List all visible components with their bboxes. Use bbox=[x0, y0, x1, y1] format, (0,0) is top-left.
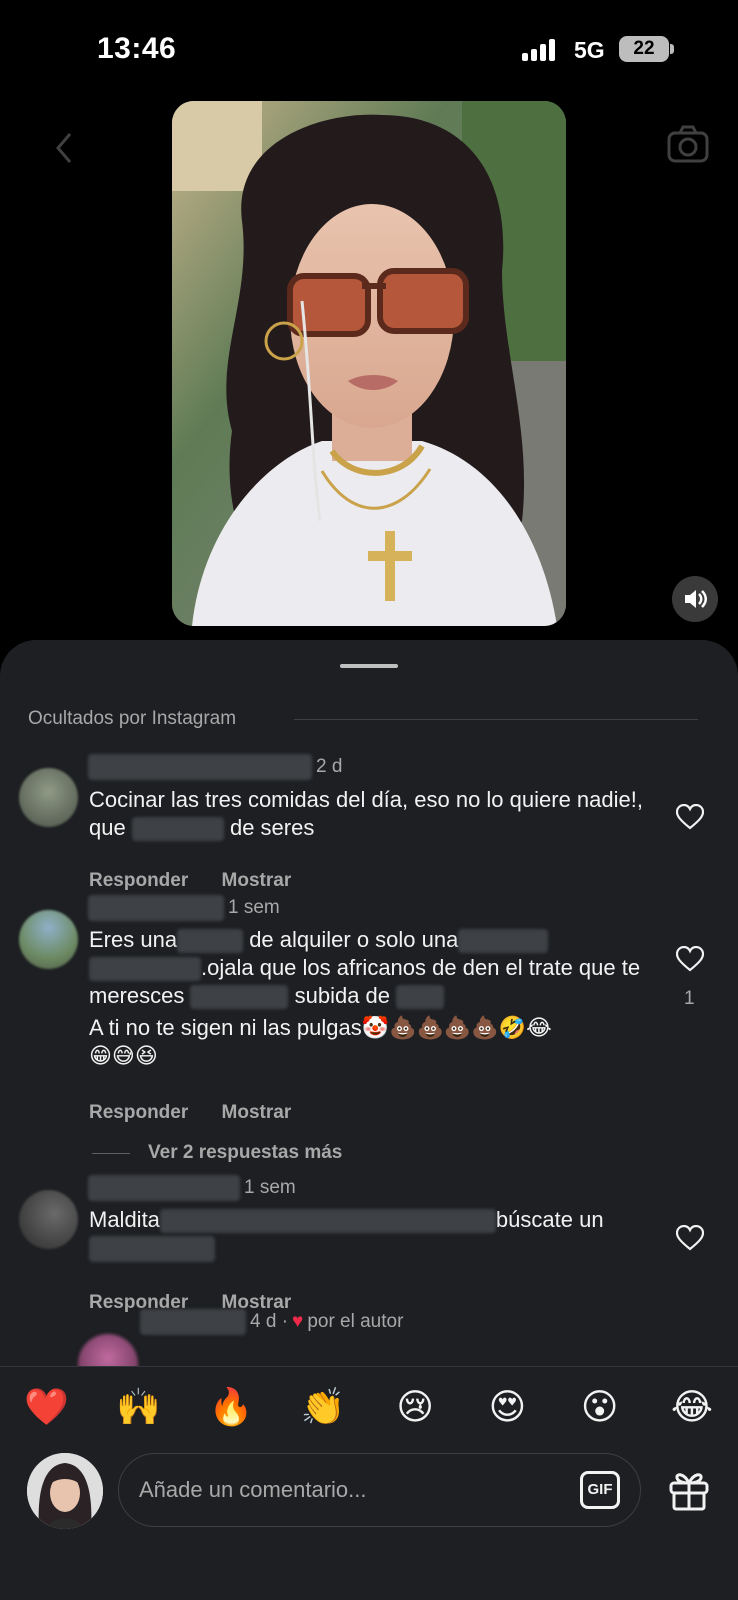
comment-text-part: A ti no te sigen ni las pulgas bbox=[89, 1015, 362, 1040]
reel-video[interactable] bbox=[172, 101, 566, 626]
comment-time: 4 d · bbox=[250, 1311, 289, 1332]
hidden-comments-title: Ocultados por Instagram bbox=[28, 708, 237, 729]
battery-nub bbox=[670, 44, 674, 54]
reply-button[interactable]: Responder bbox=[89, 1102, 188, 1123]
reply-button[interactable]: Responder bbox=[89, 870, 188, 891]
username-blurred[interactable] bbox=[88, 1175, 240, 1201]
gift-icon[interactable] bbox=[668, 1467, 710, 1511]
reaction-crying[interactable]: 😢 bbox=[393, 1385, 437, 1429]
username-blurred[interactable] bbox=[88, 895, 224, 921]
comment-text-part: de alquiler o solo una bbox=[249, 927, 459, 952]
redacted-word bbox=[458, 929, 549, 954]
avatar[interactable] bbox=[19, 768, 78, 827]
video-frame-image bbox=[172, 101, 566, 626]
redacted-word bbox=[190, 985, 289, 1010]
sheet-grabber[interactable] bbox=[340, 664, 398, 668]
reaction-laughing[interactable]: 😂 bbox=[670, 1385, 714, 1429]
quick-reactions: ❤️ 🙌 🔥 👏 😢 😍 😮 😂 bbox=[24, 1385, 714, 1429]
network-type: 5G bbox=[574, 37, 605, 63]
heart-filled-icon: ♥ bbox=[292, 1311, 304, 1332]
show-button[interactable]: Mostrar bbox=[222, 1102, 292, 1123]
my-avatar bbox=[27, 1453, 103, 1529]
status-time: 13:46 bbox=[97, 32, 177, 65]
comment-emojis: 🤡💩💩💩💩🤣😂 bbox=[361, 1015, 552, 1040]
comment-meta: 2 d bbox=[88, 754, 342, 780]
avatar[interactable] bbox=[19, 1190, 78, 1249]
comment-text: Eres una de alquiler o solo una .ojala q… bbox=[89, 926, 649, 1070]
comment-text-part: Maldita bbox=[89, 1207, 160, 1232]
comment-meta: 1 sem bbox=[88, 895, 280, 921]
redacted-word bbox=[396, 985, 445, 1010]
comment-text: Cocinar las tres comidas del día, eso no… bbox=[89, 786, 649, 842]
comment-input-container bbox=[118, 1453, 641, 1527]
battery-icon: 22 bbox=[619, 36, 669, 62]
redacted-word bbox=[159, 1209, 496, 1234]
redacted-word bbox=[177, 929, 244, 954]
divider bbox=[294, 719, 698, 720]
like-count: 1 bbox=[684, 988, 695, 1009]
reaction-heart-eyes[interactable]: 😍 bbox=[485, 1385, 529, 1429]
comment-emojis: 😁😅😆 bbox=[89, 1043, 158, 1068]
speaker-icon bbox=[685, 590, 707, 608]
comment-text: Maldita búscate un bbox=[89, 1206, 649, 1263]
comment-time: 2 d bbox=[316, 756, 343, 777]
status-bar: 13:46 5G 22 bbox=[0, 0, 738, 100]
sound-toggle-button[interactable] bbox=[672, 576, 718, 622]
reaction-raised-hands[interactable]: 🙌 bbox=[116, 1385, 161, 1429]
redacted-word bbox=[89, 957, 201, 982]
reaction-clap[interactable]: 👏 bbox=[301, 1385, 346, 1429]
like-heart-icon[interactable] bbox=[676, 1225, 704, 1251]
comment-time: 1 sem bbox=[244, 1177, 296, 1198]
comment-text-part: Eres una bbox=[89, 927, 178, 952]
redacted-word bbox=[89, 1236, 215, 1263]
like-heart-icon[interactable] bbox=[676, 946, 704, 972]
signal-icon bbox=[522, 39, 560, 61]
comment-text-part: de seres bbox=[229, 815, 315, 840]
comment-time: 1 sem bbox=[228, 897, 280, 918]
gif-button[interactable]: GIF bbox=[580, 1471, 620, 1509]
back-icon[interactable] bbox=[52, 130, 76, 166]
avatar[interactable] bbox=[19, 910, 78, 969]
comment-composer: ❤️ 🙌 🔥 👏 😢 😍 😮 😂 GIF bbox=[0, 1366, 738, 1600]
comment-meta: 4 d · ♥ por el autor bbox=[140, 1309, 403, 1335]
comment-input[interactable] bbox=[139, 1474, 539, 1506]
view-more-replies-button[interactable]: Ver 2 respuestas más bbox=[92, 1142, 342, 1164]
comment-text-part: subida de bbox=[294, 983, 391, 1008]
like-heart-icon[interactable] bbox=[676, 804, 704, 830]
show-button[interactable]: Mostrar bbox=[222, 870, 292, 891]
comment-actions: Responder Mostrar bbox=[89, 870, 319, 892]
liked-by-author: por el autor bbox=[307, 1311, 404, 1332]
username-blurred[interactable] bbox=[140, 1309, 246, 1335]
camera-icon[interactable] bbox=[666, 124, 710, 164]
reaction-surprised[interactable]: 😮 bbox=[578, 1385, 622, 1429]
avatar-image bbox=[27, 1453, 103, 1529]
comment-text-part: búscate un bbox=[495, 1207, 604, 1232]
username-blurred[interactable] bbox=[88, 754, 312, 780]
redacted-word bbox=[131, 817, 224, 842]
reaction-heart[interactable]: ❤️ bbox=[24, 1385, 69, 1429]
reaction-fire[interactable]: 🔥 bbox=[209, 1385, 254, 1429]
comment-actions: Responder Mostrar bbox=[89, 1102, 319, 1124]
comment-meta: 1 sem bbox=[88, 1175, 296, 1201]
